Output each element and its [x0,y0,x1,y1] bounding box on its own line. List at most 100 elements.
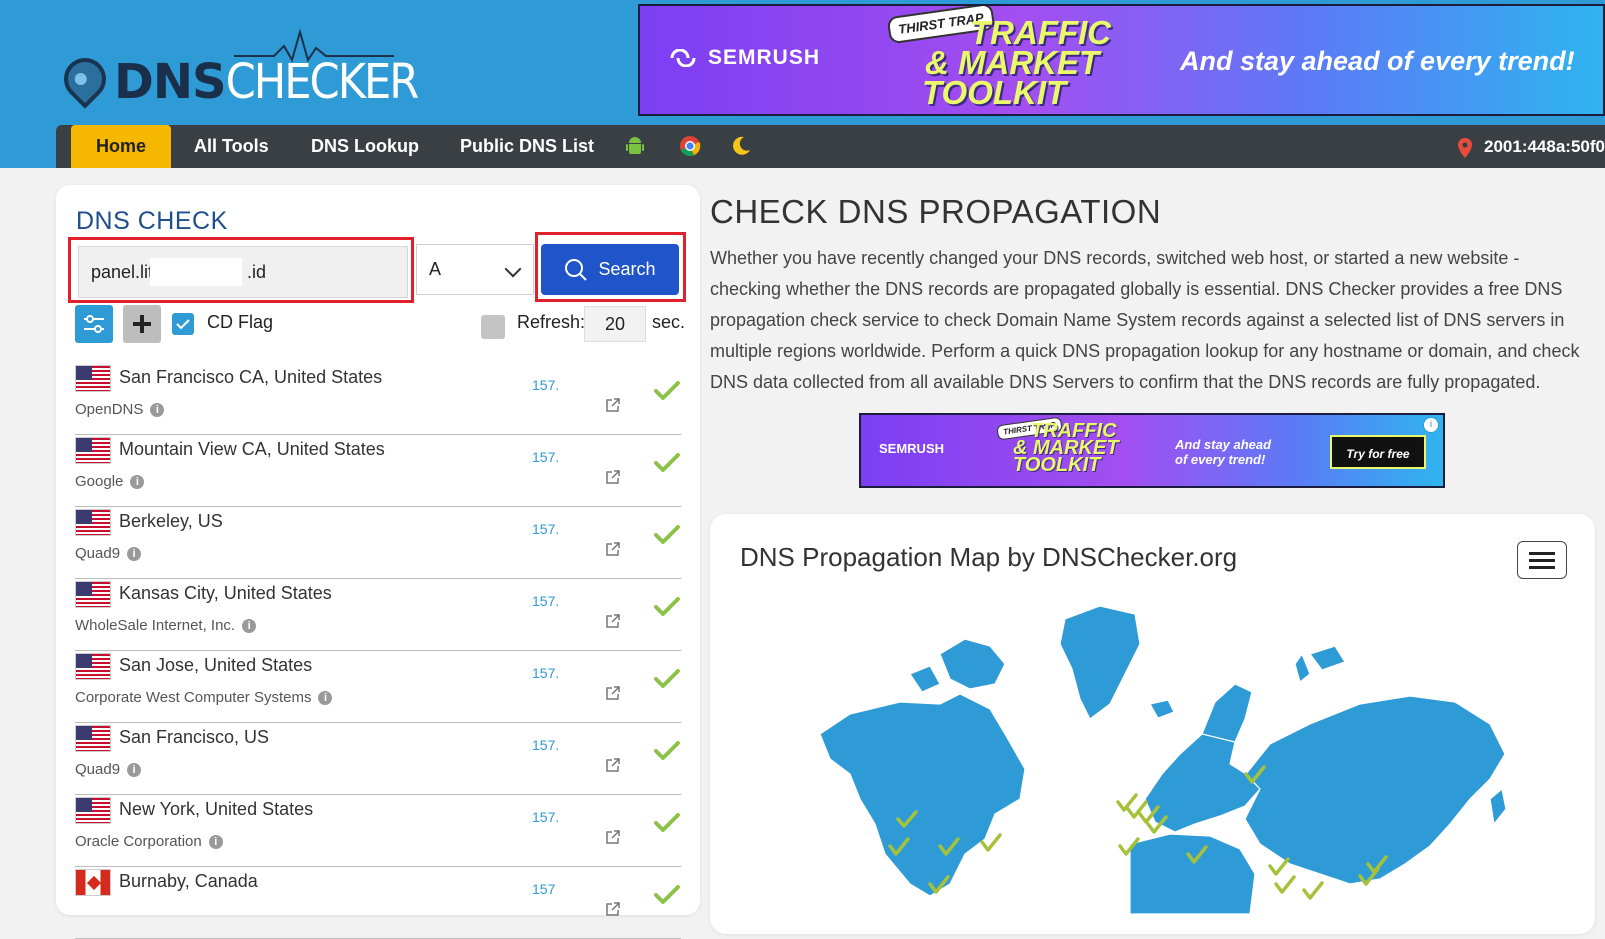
map-arctic-islands [939,638,1006,690]
nav-home[interactable]: Home [71,125,172,168]
flag-icon [75,581,111,608]
result-ip[interactable]: 157. [532,665,559,681]
hamburger-icon-line [1529,558,1555,562]
result-ip[interactable]: 157. [532,521,559,537]
check-icon [176,319,190,330]
result-row: San Jose, United States Corporate West Co… [75,649,681,723]
result-location: New York, United States [119,799,314,819]
search-button[interactable]: Search [541,244,679,295]
header-ad-banner[interactable]: SEMRUSH THIRST TRAP TRAFFIC & MARKET TOO… [638,4,1605,116]
success-check-icon [654,381,680,400]
result-location: Berkeley, US [119,511,223,531]
ad-slogan: And stay ahead of every trend! [1180,46,1575,76]
flag-icon [75,797,111,824]
settings-button[interactable] [75,305,113,343]
nav-public-dns-list[interactable]: Public DNS List [460,125,594,168]
chevron-down-icon [504,260,522,278]
result-ip[interactable]: 157 [532,881,555,897]
result-ip[interactable]: 157. [532,737,559,753]
result-provider: OpenDNS i [75,401,165,418]
moon-icon[interactable] [729,134,753,158]
refresh-unit-label: sec. [652,312,686,332]
external-link-icon[interactable] [605,829,621,845]
android-icon[interactable] [623,134,647,158]
page-heading: CHECK DNS PROPAGATION [710,193,1162,230]
flag-icon [75,509,111,536]
map-menu-button[interactable] [1517,541,1567,579]
ad2-slogan-1: And stay ahead [1175,437,1272,452]
result-row: Berkeley, US Quad9 i 157. [75,505,681,579]
result-provider-name: Quad9 [75,545,121,562]
external-link-icon[interactable] [605,397,621,413]
result-provider-name: Oracle Corporation [75,833,202,850]
try-for-free-button[interactable]: Try for free [1330,435,1426,469]
refresh-checkbox[interactable] [481,315,505,339]
nav-dns-lookup[interactable]: DNS Lookup [311,125,419,168]
record-type-value: A [429,259,442,279]
result-row: New York, United States Oracle Corporatio… [75,793,681,867]
external-link-icon[interactable] [605,469,621,485]
result-provider: Quad9 i [75,761,142,778]
flag-icon [75,725,111,752]
result-provider-name: Quad9 [75,761,121,778]
map-europe [1144,723,1261,833]
info-icon[interactable]: i [242,618,257,633]
hamburger-icon-line [1529,565,1555,569]
map-north-america [819,693,1026,897]
info-icon[interactable]: i [150,402,165,417]
result-ip[interactable]: 157. [532,449,559,465]
ad2-slogan: And stay ahead of every trend! [1175,437,1271,467]
ad2-brand: SEMRUSH [879,441,945,456]
external-link-icon[interactable] [605,541,621,557]
result-provider-name: OpenDNS [75,401,144,418]
inline-ad-banner[interactable]: SEMRUSH THIRST TRAP TRAFFIC & MARKET TOO… [859,413,1445,488]
result-row: San Francisco, US Quad9 i 157. [75,721,681,795]
nav-all-tools[interactable]: All Tools [194,125,269,168]
result-provider: Oracle Corporation i [75,833,223,850]
add-server-button[interactable] [123,305,161,343]
result-ip[interactable]: 157. [532,809,559,825]
domain-suffix: .id [247,262,267,282]
info-icon[interactable]: i [127,762,142,777]
flag-icon [75,653,111,680]
result-location: Mountain View CA, United States [119,439,385,459]
map-check-mark [1274,875,1296,894]
external-link-icon[interactable] [605,613,621,629]
result-location: San Francisco, US [119,727,270,747]
refresh-interval-input[interactable]: 20 [584,306,646,342]
ad-headline-3: TOOLKIT [922,74,1067,111]
search-button-label: Search [598,259,656,279]
semrush-logo-icon [670,49,696,67]
domain-value: panel.lit [91,262,154,282]
result-row: Burnaby, Canada 157 [75,865,681,939]
ad2-headline-3: TOOLKIT [1013,454,1101,476]
external-link-icon[interactable] [605,685,621,701]
cd-flag-checkbox[interactable] [172,313,194,335]
external-link-icon[interactable] [605,901,621,917]
result-ip[interactable]: 157. [532,377,559,393]
map-novaya-zemlya [1294,652,1311,684]
result-location: Burnaby, Canada [119,871,258,891]
external-link-icon[interactable] [605,757,621,773]
info-icon[interactable]: i [130,474,145,489]
result-location: San Francisco CA, United States [119,367,383,387]
info-icon[interactable]: i [318,690,333,705]
intro-paragraph: Whether you have recently changed your D… [710,248,1580,392]
info-icon[interactable]: i [127,546,142,561]
record-type-select[interactable]: A [416,244,534,295]
info-icon[interactable]: i [208,834,223,849]
result-ip[interactable]: 157. [532,593,559,609]
world-map[interactable] [790,584,1510,914]
map-asia [1244,695,1506,885]
ad-brand-label: SEMRUSH [708,46,821,69]
panel-title: DNS CHECK [76,207,228,235]
chrome-icon[interactable] [678,134,702,158]
flag-icon [75,869,111,896]
map-greenland [1059,605,1141,720]
ad-info-icon[interactable]: i [1423,417,1439,433]
site-logo[interactable]: DNS CHECKER [55,26,419,109]
domain-input[interactable]: panel.lit .id [78,246,408,298]
pulse-icon [234,28,394,63]
redaction-block [150,258,242,286]
result-row: Kansas City, United States WholeSale Inte… [75,577,681,651]
